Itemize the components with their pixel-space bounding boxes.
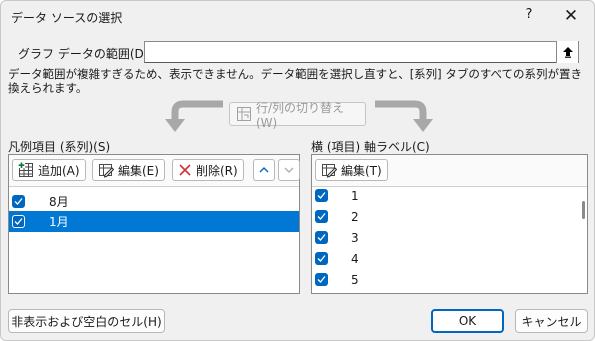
chevron-up-icon bbox=[259, 167, 269, 173]
edit-axis-labels-label: 編集(T) bbox=[341, 163, 382, 178]
curved-arrow-right-icon bbox=[375, 100, 433, 132]
select-data-source-dialog: データ ソースの選択 ? ✕ グラフ データの範囲(D): データ範囲が複雑すぎ… bbox=[0, 0, 595, 341]
axis-checkbox[interactable] bbox=[315, 273, 328, 286]
checkmark-icon bbox=[14, 198, 23, 205]
series-item-label: 1月 bbox=[49, 215, 69, 229]
collapse-dialog-button[interactable] bbox=[556, 41, 578, 63]
ok-label: OK bbox=[458, 314, 477, 328]
dialog-title: データ ソースの選択 bbox=[11, 11, 123, 25]
series-checkbox[interactable] bbox=[12, 195, 25, 208]
chart-data-range-input[interactable] bbox=[144, 41, 579, 63]
remove-series-label: 削除(R) bbox=[196, 163, 238, 178]
checkmark-icon bbox=[317, 192, 326, 199]
cancel-button[interactable]: キャンセル bbox=[515, 309, 588, 333]
move-down-button[interactable] bbox=[278, 159, 300, 181]
edit-table-icon bbox=[322, 164, 337, 178]
switch-row-column-icon bbox=[236, 107, 251, 121]
edit-series-label: 編集(E) bbox=[118, 163, 159, 178]
checkmark-icon bbox=[317, 276, 326, 283]
axis-checkbox[interactable] bbox=[315, 189, 328, 202]
series-item[interactable]: 8月 bbox=[9, 191, 299, 212]
axis-checkbox[interactable] bbox=[315, 210, 328, 223]
hidden-and-empty-cells-label: 非表示および空白のセル(H) bbox=[11, 314, 162, 329]
ok-button[interactable]: OK bbox=[431, 309, 504, 333]
add-series-label: 追加(A) bbox=[38, 163, 80, 178]
add-series-button[interactable]: 追加(A) bbox=[12, 159, 86, 181]
axis-labels-panel: 編集(T) 1 2 3 4 5 bbox=[311, 154, 588, 294]
checkmark-icon bbox=[317, 255, 326, 262]
range-too-complex-message: データ範囲が複雑すぎるため、表示できません。データ範囲を選択し直すと、[系列] … bbox=[8, 67, 583, 95]
axis-item-label: 2 bbox=[351, 209, 359, 224]
curved-arrow-left-icon bbox=[165, 100, 223, 132]
axis-item[interactable]: 3 bbox=[312, 227, 574, 248]
axis-toolbar: 編集(T) bbox=[312, 155, 587, 187]
remove-series-button[interactable]: 削除(R) bbox=[172, 159, 244, 181]
switch-row-column-label: 行/列の切り替え(W) bbox=[255, 100, 345, 130]
axis-item[interactable]: 4 bbox=[312, 248, 574, 269]
series-toolbar: 追加(A) 編集(E) 削除(R) bbox=[9, 155, 300, 187]
axis-item[interactable]: 5 bbox=[312, 269, 574, 290]
close-button[interactable]: ✕ bbox=[559, 6, 583, 28]
help-button[interactable]: ? bbox=[517, 7, 541, 27]
delete-x-icon bbox=[179, 164, 191, 176]
chevron-down-icon bbox=[284, 167, 294, 173]
series-item-selected[interactable]: 1月 bbox=[9, 211, 299, 232]
legend-entries-label: 凡例項目 (系列)(S) bbox=[8, 140, 111, 154]
move-up-button[interactable] bbox=[253, 159, 275, 181]
series-item-label: 8月 bbox=[49, 195, 69, 209]
edit-table-icon bbox=[99, 164, 114, 178]
axis-list-scrollbar[interactable] bbox=[582, 201, 585, 219]
legend-entries-panel: 追加(A) 編集(E) 削除(R) 8月 1月 bbox=[8, 154, 300, 294]
axis-checkbox[interactable] bbox=[315, 231, 328, 244]
axis-item-label: 3 bbox=[351, 230, 359, 245]
switch-row-column-button[interactable]: 行/列の切り替え(W) bbox=[229, 101, 366, 130]
edit-series-button[interactable]: 編集(E) bbox=[92, 159, 165, 181]
cancel-label: キャンセル bbox=[521, 314, 582, 329]
chart-data-range-label: グラフ データの範囲(D): bbox=[18, 47, 153, 61]
checkmark-icon bbox=[317, 213, 326, 220]
axis-item-label: 1 bbox=[351, 188, 359, 203]
edit-axis-labels-button[interactable]: 編集(T) bbox=[315, 159, 388, 181]
checkmark-icon bbox=[317, 234, 326, 241]
collapse-arrow-icon bbox=[562, 47, 573, 58]
axis-checkbox[interactable] bbox=[315, 252, 328, 265]
add-table-icon bbox=[18, 162, 33, 177]
hidden-and-empty-cells-button[interactable]: 非表示および空白のセル(H) bbox=[8, 309, 165, 333]
axis-item[interactable]: 2 bbox=[312, 206, 574, 227]
title-bar: データ ソースの選択 ? ✕ bbox=[1, 1, 594, 33]
axis-item-label: 4 bbox=[351, 251, 359, 266]
axis-labels-label: 横 (項目) 軸ラベル(C) bbox=[311, 140, 430, 154]
series-checkbox[interactable] bbox=[12, 215, 25, 228]
axis-item-label: 5 bbox=[351, 272, 359, 287]
axis-item[interactable]: 1 bbox=[312, 185, 574, 206]
checkmark-icon bbox=[14, 218, 23, 225]
